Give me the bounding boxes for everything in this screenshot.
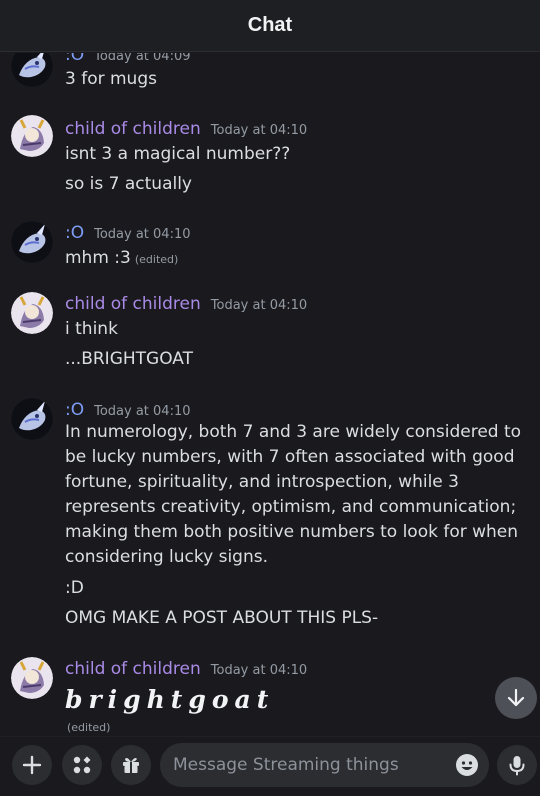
gift-icon — [123, 758, 139, 773]
avatar[interactable] — [11, 292, 53, 334]
message-list[interactable]: :O Today at 04:09 3 for mugs child of ch… — [0, 53, 540, 736]
message-timestamp: Today at 04:09 — [94, 53, 191, 64]
voice-message-button[interactable] — [497, 745, 537, 785]
message-big-text: brightgoat — [65, 685, 275, 714]
message-timestamp: Today at 04:10 — [210, 123, 308, 138]
message-composer — [0, 736, 540, 796]
goat-avatar-icon — [11, 115, 53, 157]
goat-avatar-icon — [11, 292, 53, 334]
gift-button[interactable] — [111, 745, 151, 785]
plus-icon — [22, 755, 42, 775]
message-text: so is 7 actually — [65, 174, 192, 194]
message-timestamp: Today at 04:10 — [94, 404, 191, 419]
message-text: ...BRIGHTGOAT — [65, 349, 193, 369]
goat-avatar-icon — [11, 657, 53, 699]
message-text: i think — [65, 319, 118, 339]
message-timestamp: Today at 04:10 — [210, 663, 308, 678]
message-input[interactable] — [173, 743, 443, 787]
goat-avatar-icon — [11, 53, 53, 87]
message-author[interactable]: child of children — [65, 294, 201, 314]
message-input-container[interactable] — [160, 743, 489, 787]
emoji-icon — [456, 754, 478, 776]
channel-header: Chat — [0, 0, 540, 52]
avatar[interactable] — [11, 657, 53, 699]
message-text: 3 for mugs — [65, 69, 157, 89]
message-author[interactable]: child of children — [65, 659, 201, 679]
message-author[interactable]: :O — [65, 400, 84, 420]
message-author[interactable]: :O — [65, 53, 84, 65]
message-timestamp: Today at 04:10 — [94, 227, 191, 242]
message-paragraph: In numerology, both 7 and 3 are widely c… — [65, 422, 522, 567]
avatar[interactable] — [11, 53, 53, 87]
apps-icon — [73, 756, 91, 774]
apps-button[interactable] — [62, 745, 102, 785]
message-text: :D — [65, 578, 84, 598]
goat-avatar-icon — [11, 398, 53, 440]
goat-avatar-icon — [11, 221, 53, 263]
message-text: OMG MAKE A POST ABOUT THIS PLS- — [65, 608, 379, 628]
add-attachment-button[interactable] — [12, 745, 52, 785]
avatar[interactable] — [11, 115, 53, 157]
avatar[interactable] — [11, 221, 53, 263]
arrow-down-icon — [507, 688, 525, 707]
jump-to-present-button[interactable] — [495, 677, 537, 719]
avatar[interactable] — [11, 398, 53, 440]
message-author[interactable]: child of children — [65, 119, 201, 139]
message-timestamp: Today at 04:10 — [210, 298, 308, 313]
emoji-button[interactable] — [455, 753, 479, 777]
message-author[interactable]: :O — [65, 223, 84, 243]
message-text: mhm :3 (edited) — [65, 248, 178, 268]
edited-indicator: (edited) — [134, 253, 179, 266]
message-text: isnt 3 a magical number?? — [65, 144, 291, 164]
microphone-icon — [509, 756, 525, 776]
channel-title: Chat — [247, 14, 293, 36]
edited-indicator: (edited) — [67, 721, 111, 734]
message-text-content: mhm :3 — [65, 248, 131, 268]
